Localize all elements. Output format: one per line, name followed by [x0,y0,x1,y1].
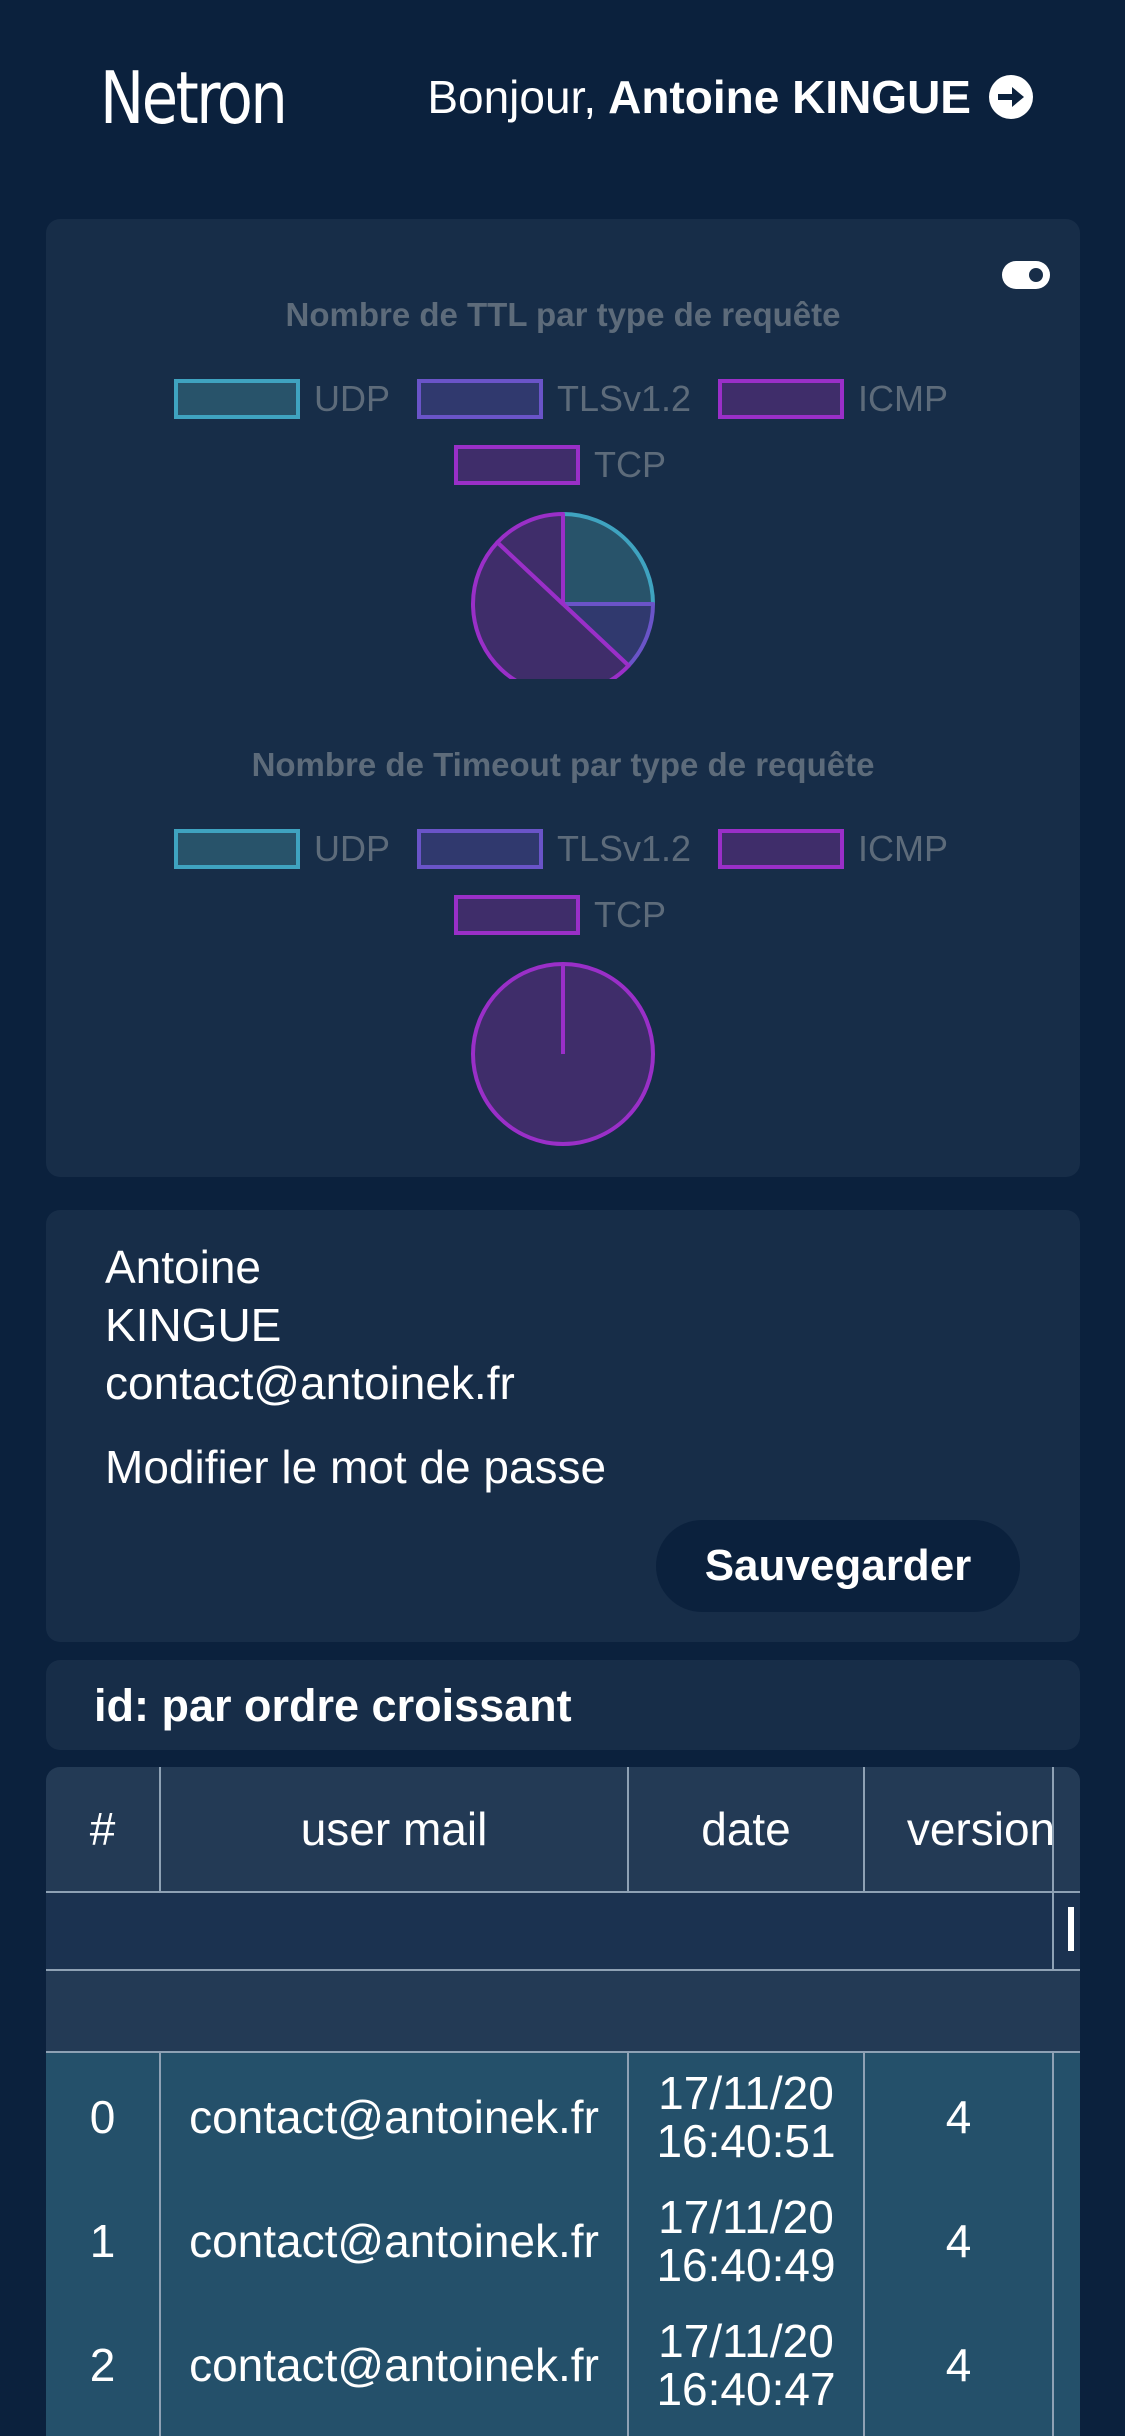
sort-selector[interactable]: id: par ordre croissant [46,1660,1080,1750]
table-cell-mail[interactable]: contact@antoinek.fr [161,2055,627,2179]
column-divider [159,1767,161,1891]
table-cell-mail[interactable]: contact@antoinek.fr [161,2303,627,2427]
table-cell-date[interactable]: 17/11/20 16:40:49 [629,2179,863,2303]
legend-swatch-udp[interactable] [174,379,300,419]
ttl-pie-chart: Nombre de TTL par type de requête UDP TL… [174,296,948,679]
date-value: 17/11/20 [658,2315,834,2367]
date-value: 17/11/20 [658,2067,834,2119]
legend-swatch-udp[interactable] [174,829,300,869]
chart-legend: UDP TLSv1.2 ICMP TCP [174,378,948,485]
change-password-link[interactable]: Modifier le mot de passe [105,1440,606,1494]
row-divider [46,1969,1080,1971]
column-header-version[interactable]: version [865,1767,1080,1891]
filter-row-secondary [46,1971,1080,2051]
legend-label-udp[interactable]: UDP [314,828,390,869]
column-divider [1052,1767,1054,1969]
legend-label-udp[interactable]: UDP [314,378,390,419]
legend-swatch-tlsv12[interactable] [417,829,543,869]
chart-title: Nombre de Timeout par type de requête [252,746,875,783]
table-cell-mail[interactable]: contact@antoinek.fr [161,2179,627,2303]
timeout-pie-chart: Nombre de Timeout par type de requête UD… [174,746,948,1146]
email-field[interactable]: contact@antoinek.fr [105,1356,515,1410]
table-cell-date[interactable]: 17/11/20 16:40:51 [629,2055,863,2179]
user-name: Antoine KINGUE [608,71,971,123]
chart-legend: UDP TLSv1.2 ICMP TCP [174,828,948,935]
greeting-prefix: Bonjour, [427,71,597,123]
table-cell-version[interactable]: 4 [865,2179,1052,2303]
column-header-id[interactable]: # [46,1767,159,1891]
pie-slices [471,512,655,679]
legend-swatch-tcp[interactable] [454,445,580,485]
table-header-row: # user mail date version [46,1767,1080,1891]
logout-icon[interactable] [989,75,1033,119]
legend-label-icmp[interactable]: ICMP [858,378,948,419]
sort-label: id: par ordre croissant [94,1680,572,1731]
table-cell-version[interactable]: 4 [865,2303,1052,2427]
column-divider [1052,2053,1054,2436]
chart-title: Nombre de TTL par type de requête [285,296,840,333]
legend-swatch-icmp[interactable] [718,829,844,869]
table-cell-id[interactable]: 2 [46,2303,159,2427]
legend-swatch-tlsv12[interactable] [417,379,543,419]
netron-logo[interactable]: Netron [100,56,288,140]
legend-label-tcp[interactable]: TCP [594,894,666,935]
legend-label-tlsv12[interactable]: TLSv1.2 [557,828,691,869]
table-cell-id[interactable]: 1 [46,2179,159,2303]
last-name-field[interactable]: KINGUE [105,1298,281,1352]
greeting: Bonjour, Antoine KINGUE [427,70,1033,124]
table-cell-id[interactable]: 0 [46,2055,159,2179]
time-value: 16:40:49 [656,2239,836,2291]
charts-card: Nombre de TTL par type de requête UDP TL… [46,219,1080,1177]
column-header-user-mail[interactable]: user mail [161,1767,627,1891]
legend-label-icmp[interactable]: ICMP [858,828,948,869]
first-name-field[interactable]: Antoine [105,1240,261,1294]
column-header-date[interactable]: date [629,1767,863,1891]
table-cell-version[interactable]: 4 [865,2055,1052,2179]
date-value: 17/11/20 [658,2191,834,2243]
pie-slice-udp[interactable] [561,512,655,606]
legend-swatch-tcp[interactable] [454,895,580,935]
legend-label-tlsv12[interactable]: TLSv1.2 [557,378,691,419]
pie-slices [471,962,655,1146]
time-value: 16:40:51 [656,2115,836,2167]
time-value: 16:40:47 [656,2363,836,2415]
column-divider [863,1767,865,1891]
save-button[interactable]: Sauvegarder [656,1520,1020,1612]
table-cell-date[interactable]: 17/11/20 16:40:47 [629,2303,863,2427]
profile-card: Antoine KINGUE contact@antoinek.fr Modif… [46,1210,1080,1642]
column-divider [627,1767,629,1891]
filter-input-cursor [1068,1907,1074,1951]
row-divider [46,1891,1080,1893]
history-table: # user mail date version 0 contact@antoi… [46,1767,1080,2436]
top-bar: Netron Bonjour, Antoine KINGUE [0,0,1125,200]
filter-row[interactable] [46,1892,1080,1969]
row-divider [46,2051,1080,2053]
legend-swatch-icmp[interactable] [718,379,844,419]
legend-label-tcp[interactable]: TCP [594,444,666,485]
